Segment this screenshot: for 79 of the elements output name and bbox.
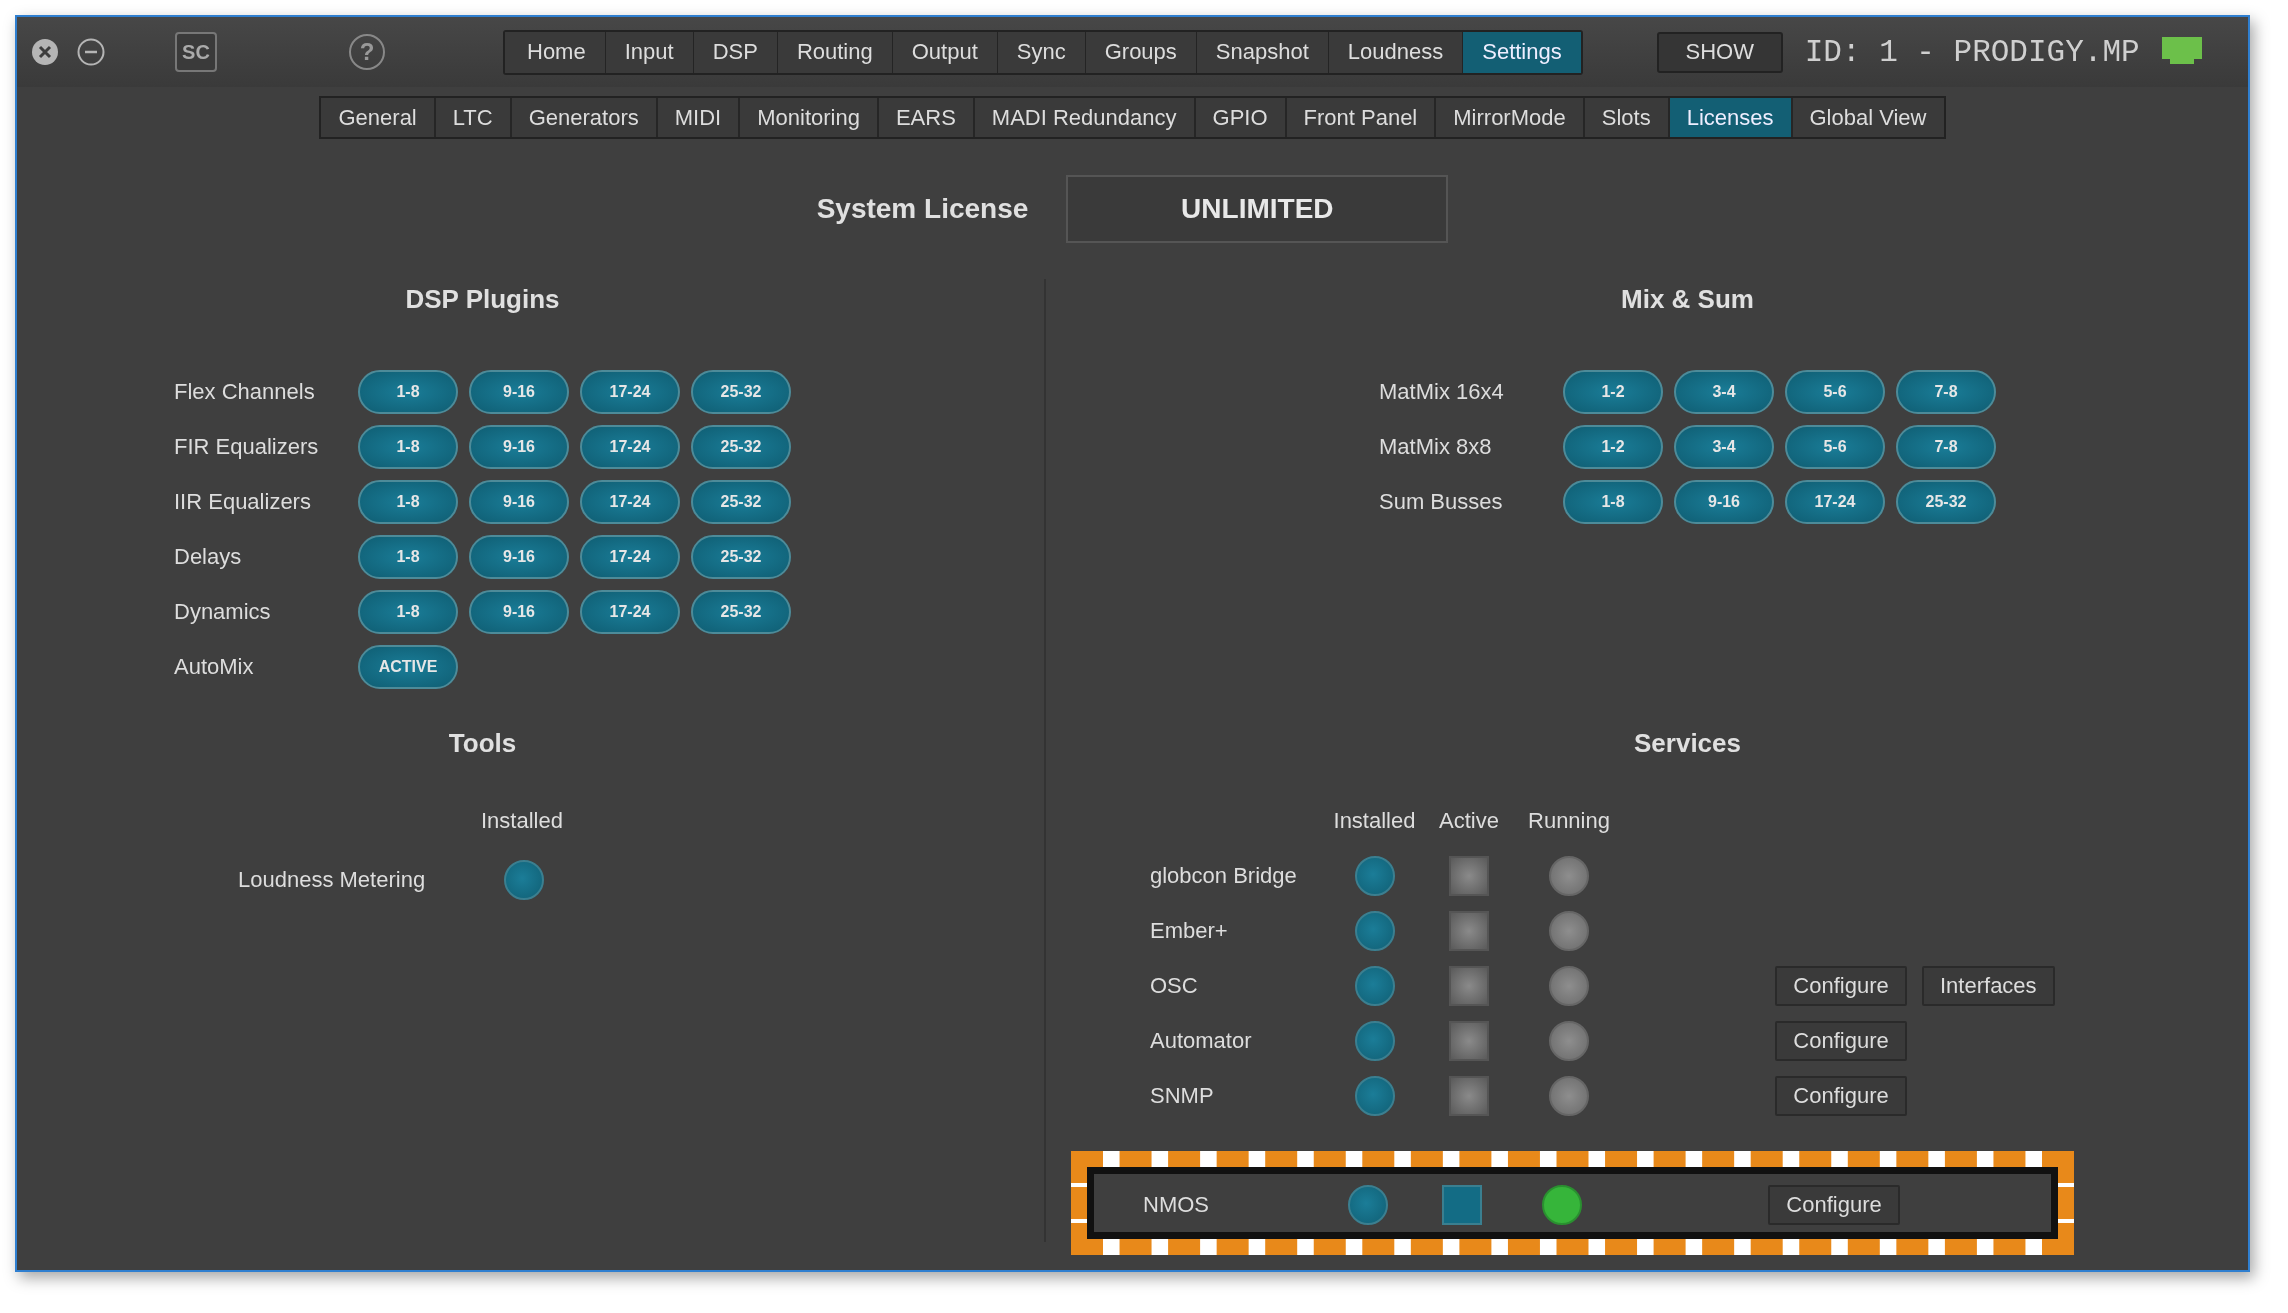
license-value: UNLIMITED: [1066, 175, 1449, 243]
column-header: Installed: [481, 808, 563, 834]
range-button[interactable]: 9-16: [469, 589, 569, 634]
range-button[interactable]: 1-2: [1563, 424, 1663, 469]
license-label: System License: [816, 193, 1029, 225]
help-button[interactable]: ?: [349, 34, 385, 70]
service-name: SNMP: [1150, 1082, 1215, 1109]
row-label: Flex Channels: [174, 378, 316, 405]
range-button[interactable]: 3-4: [1674, 369, 1774, 414]
range-button[interactable]: 1-8: [358, 589, 458, 634]
service-button[interactable]: Configure: [1775, 1075, 1907, 1116]
close-icon[interactable]: [31, 38, 59, 66]
range-button[interactable]: 25-32: [691, 369, 791, 414]
column-header: Active: [1439, 808, 1499, 834]
range-button[interactable]: 17-24: [580, 369, 680, 414]
row-label: AutoMix: [174, 653, 255, 680]
column-header: Running: [1528, 808, 1610, 834]
service-name: globcon Bridge: [1150, 862, 1298, 889]
service-name: Automator: [1150, 1027, 1253, 1054]
service-name: NMOS: [1143, 1191, 1210, 1218]
active-checkbox[interactable]: [1449, 910, 1489, 951]
range-button[interactable]: 25-32: [691, 479, 791, 524]
range-button[interactable]: 17-24: [580, 534, 680, 579]
row-label: IIR Equalizers: [174, 488, 312, 515]
service-button[interactable]: Configure: [1768, 1184, 1900, 1225]
active-checkbox[interactable]: [1449, 855, 1489, 896]
range-button[interactable]: 17-24: [580, 424, 680, 469]
show-button[interactable]: SHOW: [1656, 31, 1783, 73]
range-button[interactable]: 17-24: [580, 589, 680, 634]
column-header: Installed: [1333, 808, 1416, 834]
range-button[interactable]: 1-2: [1563, 369, 1663, 414]
subtab[interactable]: Licenses: [1667, 98, 1791, 137]
range-button[interactable]: 9-16: [469, 424, 569, 469]
range-button[interactable]: 1-8: [358, 534, 458, 579]
range-button[interactable]: 25-32: [1896, 479, 1996, 524]
row-label: Sum Busses: [1379, 488, 1504, 515]
section-title: DSP Plugins: [404, 283, 561, 316]
range-button[interactable]: 17-24: [580, 479, 680, 524]
row-label: Loudness Metering: [237, 866, 427, 893]
device-id: ID: 1 - PRODIGY.MP: [1804, 34, 2140, 70]
range-button[interactable]: 1-8: [358, 424, 458, 469]
service-button[interactable]: Configure: [1775, 965, 1907, 1006]
service-button[interactable]: Interfaces: [1922, 965, 2055, 1006]
range-button[interactable]: 5-6: [1785, 369, 1885, 414]
range-button[interactable]: 25-32: [691, 534, 791, 579]
nav-tab[interactable]: Settings: [1462, 31, 1581, 73]
row-label: MatMix 8x8: [1379, 433, 1493, 460]
range-button[interactable]: 25-32: [691, 589, 791, 634]
range-button[interactable]: 17-24: [1785, 479, 1885, 524]
range-button[interactable]: ACTIVE: [358, 644, 458, 689]
service-name: Ember+: [1150, 917, 1229, 944]
range-button[interactable]: 9-16: [469, 534, 569, 579]
section-title: Tools: [447, 727, 518, 760]
active-checkbox[interactable]: [1442, 1184, 1482, 1225]
service-button[interactable]: Configure: [1775, 1020, 1907, 1061]
range-button[interactable]: 25-32: [691, 424, 791, 469]
row-label: FIR Equalizers: [174, 433, 320, 460]
network-icon: [2161, 37, 2202, 67]
range-button[interactable]: 1-8: [358, 479, 458, 524]
row-label: Delays: [174, 543, 243, 570]
active-checkbox[interactable]: [1449, 1075, 1489, 1116]
active-checkbox[interactable]: [1449, 1020, 1489, 1061]
range-button[interactable]: 7-8: [1896, 369, 1996, 414]
row-label: MatMix 16x4: [1379, 378, 1505, 405]
range-button[interactable]: 1-8: [358, 369, 458, 414]
range-button[interactable]: 5-6: [1785, 424, 1885, 469]
row-label: Dynamics: [174, 598, 272, 625]
range-button[interactable]: 9-16: [1674, 479, 1774, 524]
logo: SC: [175, 32, 217, 72]
service-name: OSC: [1150, 972, 1199, 999]
active-checkbox[interactable]: [1449, 965, 1489, 1006]
range-button[interactable]: 1-8: [1563, 479, 1663, 524]
range-button[interactable]: 9-16: [469, 369, 569, 414]
section-title: Services: [1633, 727, 1742, 760]
range-button[interactable]: 9-16: [469, 479, 569, 524]
minimize-icon[interactable]: [77, 38, 105, 66]
range-button[interactable]: 7-8: [1896, 424, 1996, 469]
range-button[interactable]: 3-4: [1674, 424, 1774, 469]
section-title: Mix & Sum: [1620, 283, 1755, 316]
